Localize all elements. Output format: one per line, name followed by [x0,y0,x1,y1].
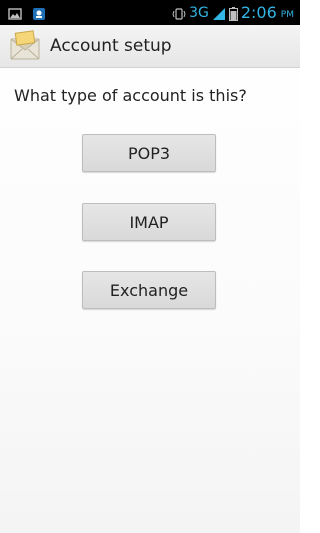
clock-ampm: PM [280,9,294,20]
app-notification-icon [32,6,46,20]
page-title: Account setup [50,36,172,56]
account-type-question: What type of account is this? [14,86,247,105]
pop3-button[interactable]: POP3 [82,134,216,172]
email-envelope-icon[interactable] [8,29,42,63]
network-type: 3G [189,4,209,21]
clock-time: 2:06 [240,3,277,22]
vibrate-icon [172,6,186,20]
signal-icon [212,6,226,20]
battery-icon [228,6,238,21]
action-bar: Account setup [0,25,300,68]
status-bar: 3G 2:06 PM [0,0,300,25]
exchange-button[interactable]: Exchange [82,271,216,309]
image-icon [8,6,22,20]
imap-button[interactable]: IMAP [82,203,216,241]
screen: 3G 2:06 PM Account setup What type of ac… [0,0,300,533]
